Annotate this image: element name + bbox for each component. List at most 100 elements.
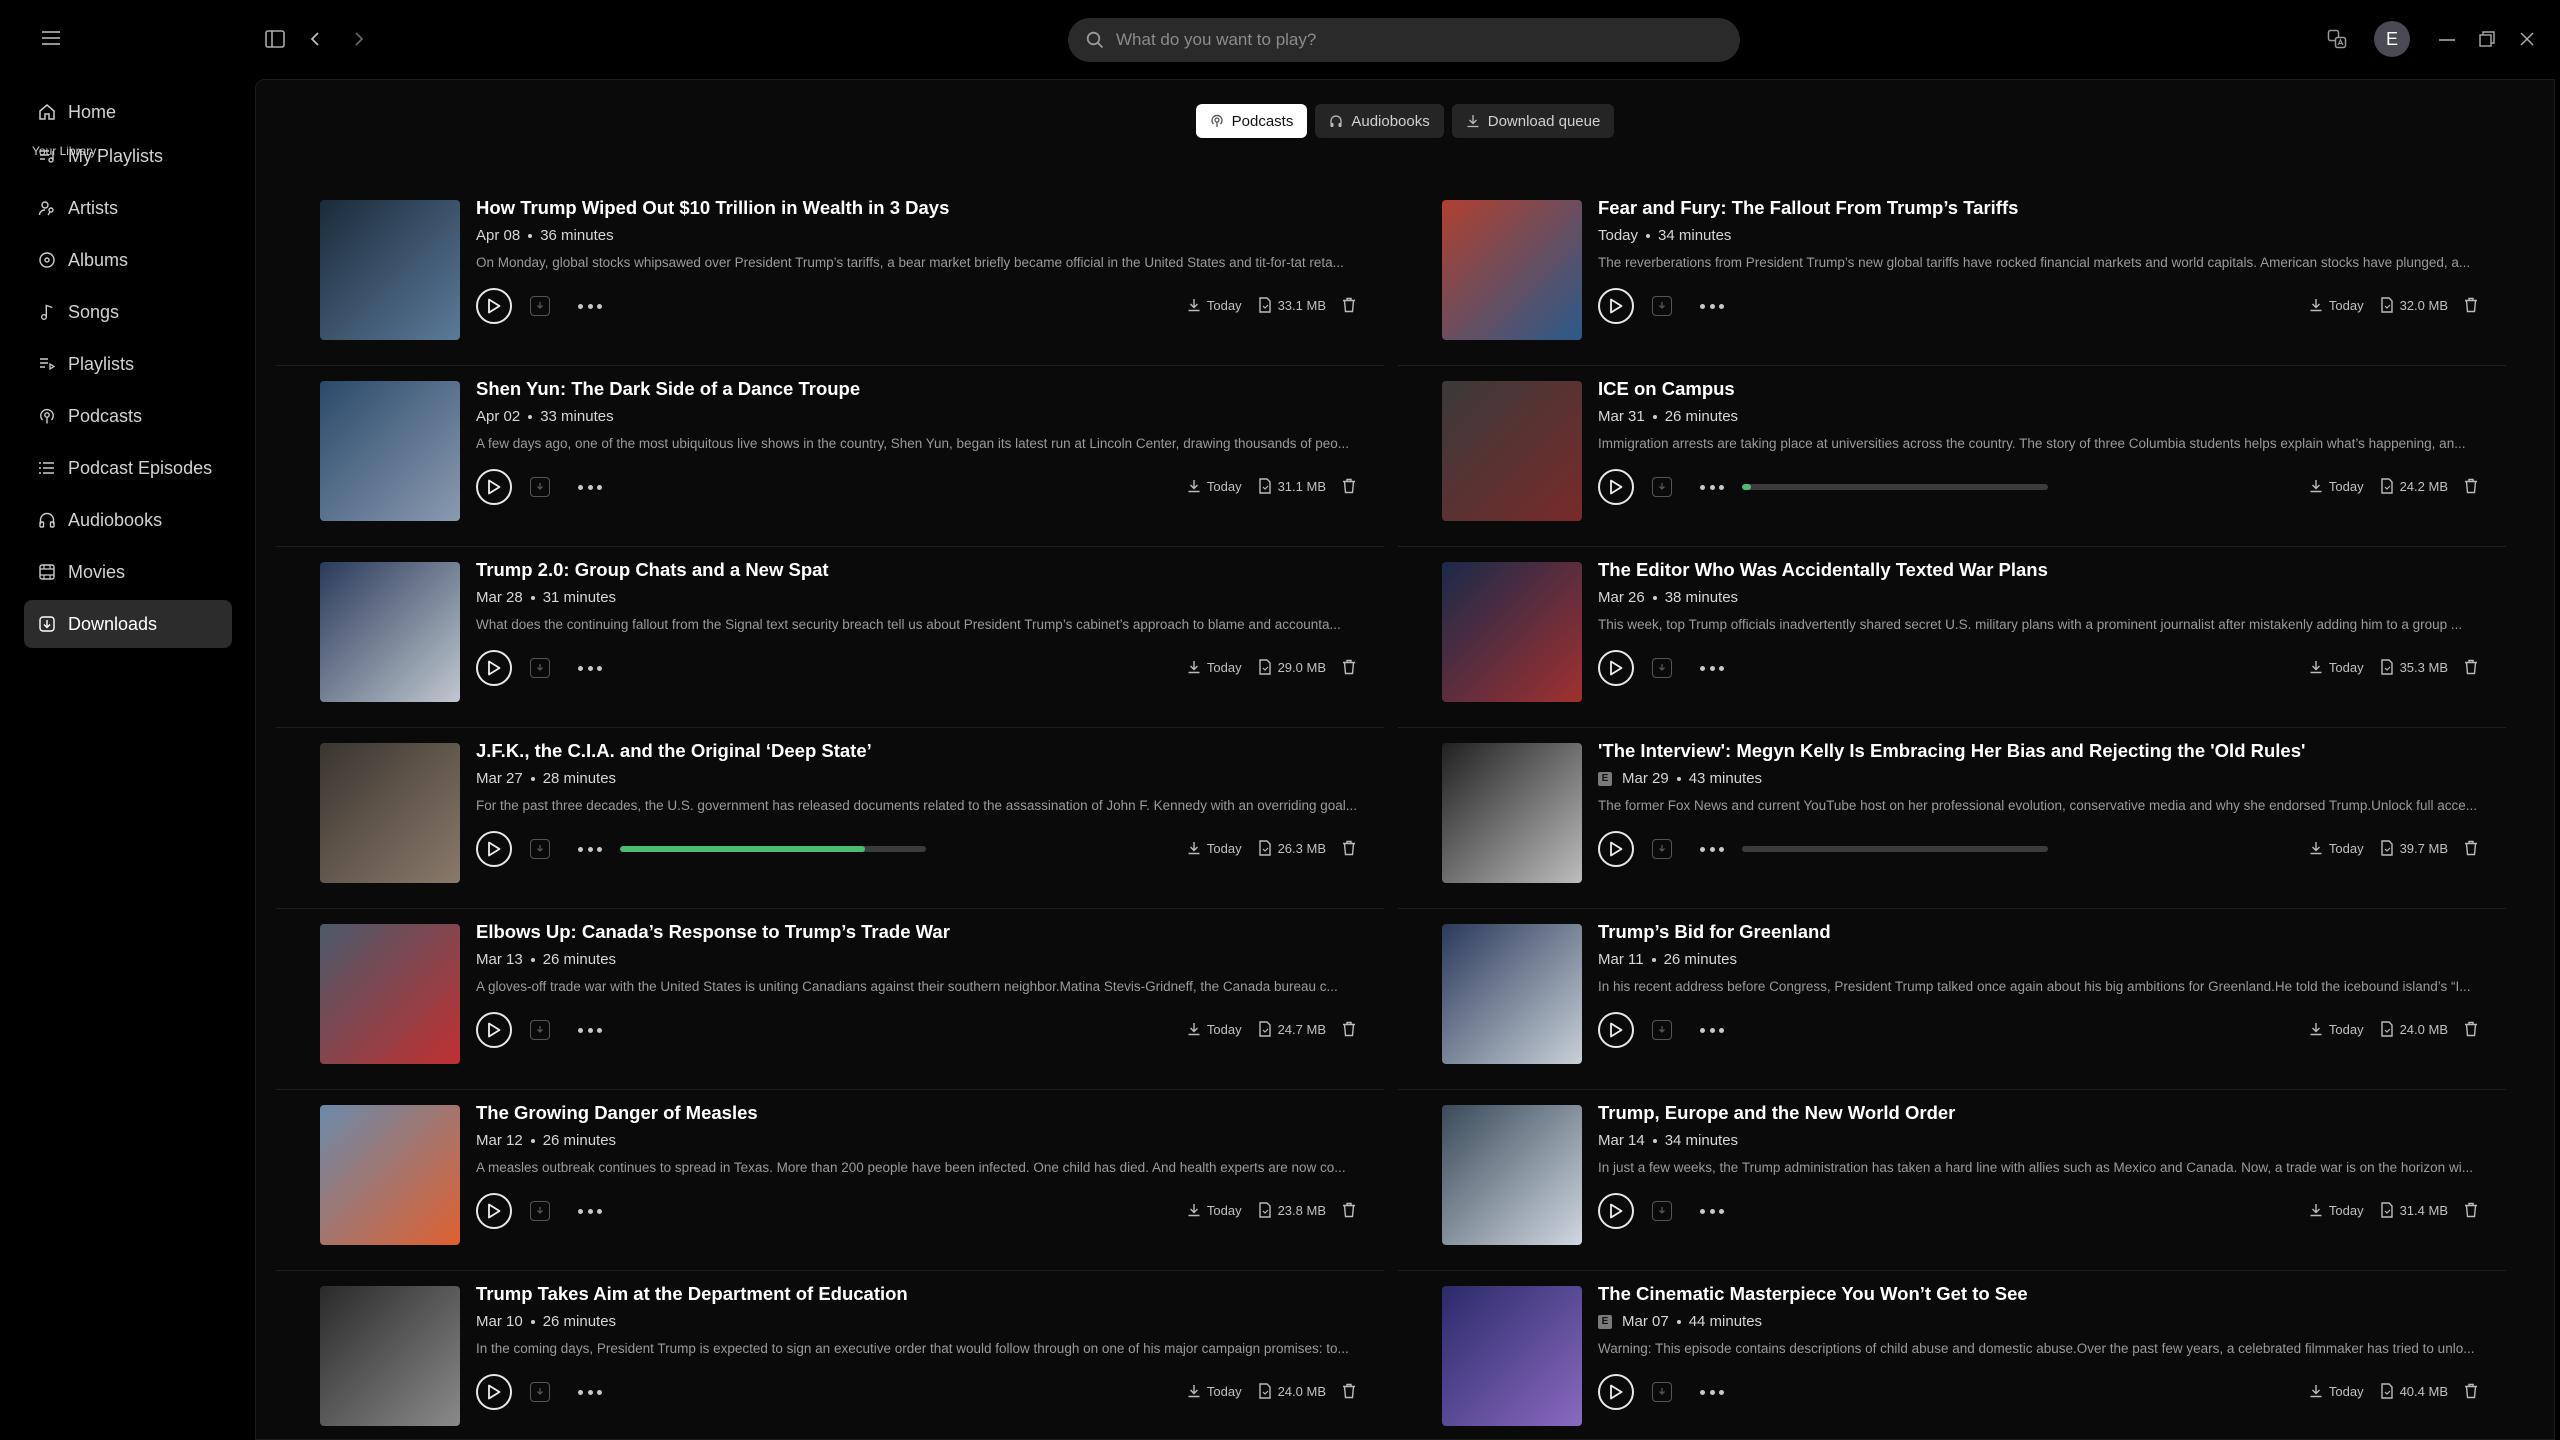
download-button[interactable] <box>1652 477 1672 497</box>
more-options-button[interactable] <box>578 840 602 858</box>
episode-title[interactable]: Elbows Up: Canada’s Response to Trump’s … <box>476 921 950 943</box>
close-icon[interactable] <box>2517 29 2537 49</box>
download-button[interactable] <box>1652 296 1672 316</box>
trash-icon[interactable] <box>2464 478 2478 494</box>
play-button[interactable] <box>476 1012 512 1048</box>
download-button[interactable] <box>530 839 550 859</box>
trash-icon[interactable] <box>1342 1202 1356 1218</box>
download-button[interactable] <box>1652 1382 1672 1402</box>
download-button[interactable] <box>1652 658 1672 678</box>
download-button[interactable] <box>530 296 550 316</box>
list-item[interactable]: Trump Takes Aim at the Department of Edu… <box>276 1271 1384 1439</box>
episode-title[interactable]: J.F.K., the C.I.A. and the Original ‘Dee… <box>476 740 872 762</box>
sidebar-item-artists[interactable]: Artists <box>24 184 232 232</box>
forward-arrow-icon[interactable] <box>350 28 368 50</box>
search-bar[interactable] <box>1068 18 1740 62</box>
episode-artwork[interactable] <box>1442 743 1582 883</box>
download-button[interactable] <box>530 658 550 678</box>
episode-title[interactable]: The Growing Danger of Measles <box>476 1102 758 1124</box>
tab-podcasts[interactable]: Podcasts <box>1195 104 1308 138</box>
episode-artwork[interactable] <box>1442 1286 1582 1426</box>
trash-icon[interactable] <box>2464 840 2478 856</box>
play-button[interactable] <box>1598 650 1634 686</box>
episode-artwork[interactable] <box>1442 381 1582 521</box>
episode-title[interactable]: Shen Yun: The Dark Side of a Dance Troup… <box>476 378 860 400</box>
episode-artwork[interactable] <box>320 743 460 883</box>
more-options-button[interactable] <box>578 1202 602 1220</box>
trash-icon[interactable] <box>2464 1383 2478 1399</box>
trash-icon[interactable] <box>1342 840 1356 856</box>
more-options-button[interactable] <box>578 1021 602 1039</box>
episode-title[interactable]: Fear and Fury: The Fallout From Trump’s … <box>1598 197 2018 219</box>
play-button[interactable] <box>476 1374 512 1410</box>
more-options-button[interactable] <box>578 659 602 677</box>
play-button[interactable] <box>1598 1374 1634 1410</box>
episode-title[interactable]: Trump Takes Aim at the Department of Edu… <box>476 1283 908 1305</box>
trash-icon[interactable] <box>1342 1383 1356 1399</box>
play-button[interactable] <box>1598 1012 1634 1048</box>
play-button[interactable] <box>476 1193 512 1229</box>
episode-artwork[interactable] <box>320 1286 460 1426</box>
episode-artwork[interactable] <box>320 1105 460 1245</box>
sidebar-item-home[interactable]: Home <box>24 88 232 136</box>
episode-title[interactable]: The Editor Who Was Accidentally Texted W… <box>1598 559 2048 581</box>
play-button[interactable] <box>1598 288 1634 324</box>
play-button[interactable] <box>476 469 512 505</box>
avatar[interactable]: E <box>2374 21 2410 57</box>
sidebar-item-movies[interactable]: Movies <box>24 548 232 596</box>
episode-title[interactable]: How Trump Wiped Out $10 Trillion in Weal… <box>476 197 949 219</box>
play-button[interactable] <box>476 650 512 686</box>
list-item[interactable]: ICE on Campus Mar 31 26 minutes Immigration… <box>1398 366 2506 547</box>
list-item[interactable]: The Growing Danger of Measles Mar 12 26 mi… <box>276 1090 1384 1271</box>
list-item[interactable]: 'The Interview': Megyn Kelly Is Embracin… <box>1398 728 2506 909</box>
download-button[interactable] <box>1652 1201 1672 1221</box>
more-options-button[interactable] <box>1700 297 1724 315</box>
trash-icon[interactable] <box>2464 297 2478 313</box>
sidebar-item-my-playlists[interactable]: My Playlists <box>24 132 232 180</box>
list-item[interactable]: How Trump Wiped Out $10 Trillion in Weal… <box>276 185 1384 366</box>
sidebar-item-audiobooks[interactable]: Audiobooks <box>24 496 232 544</box>
more-options-button[interactable] <box>1700 1021 1724 1039</box>
trash-icon[interactable] <box>1342 297 1356 313</box>
episode-title[interactable]: The Cinematic Masterpiece You Won’t Get … <box>1598 1283 2028 1305</box>
sidebar-item-songs[interactable]: Songs <box>24 288 232 336</box>
download-button[interactable] <box>530 1020 550 1040</box>
sidebar-toggle-icon[interactable] <box>264 28 286 50</box>
download-button[interactable] <box>1652 839 1672 859</box>
restore-icon[interactable] <box>2477 29 2497 49</box>
episode-title[interactable]: 'The Interview': Megyn Kelly Is Embracin… <box>1598 740 2305 762</box>
episode-title[interactable]: Trump 2.0: Group Chats and a New Spat <box>476 559 829 581</box>
play-button[interactable] <box>1598 1193 1634 1229</box>
download-button[interactable] <box>530 1382 550 1402</box>
list-item[interactable]: J.F.K., the C.I.A. and the Original ‘Dee… <box>276 728 1384 909</box>
more-options-button[interactable] <box>1700 1202 1724 1220</box>
episode-artwork[interactable] <box>1442 200 1582 340</box>
search-input[interactable] <box>1116 30 1676 50</box>
episode-title[interactable]: Trump, Europe and the New World Order <box>1598 1102 1955 1124</box>
list-item[interactable]: Trump’s Bid for Greenland Mar 11 26 minute… <box>1398 909 2506 1090</box>
sidebar-item-downloads[interactable]: Downloads <box>24 600 232 648</box>
more-options-button[interactable] <box>1700 840 1724 858</box>
trash-icon[interactable] <box>1342 478 1356 494</box>
download-button[interactable] <box>530 1201 550 1221</box>
episode-artwork[interactable] <box>1442 1105 1582 1245</box>
list-item[interactable]: The Editor Who Was Accidentally Texted W… <box>1398 547 2506 728</box>
list-item[interactable]: The Cinematic Masterpiece You Won’t Get … <box>1398 1271 2506 1439</box>
tab-audiobooks[interactable]: Audiobooks <box>1315 104 1444 138</box>
more-options-button[interactable] <box>1700 659 1724 677</box>
sidebar-item-podcast-episodes[interactable]: Podcast Episodes <box>24 444 232 492</box>
download-button[interactable] <box>530 477 550 497</box>
play-button[interactable] <box>1598 469 1634 505</box>
episode-artwork[interactable] <box>320 381 460 521</box>
episode-artwork[interactable] <box>320 562 460 702</box>
episode-artwork[interactable] <box>1442 924 1582 1064</box>
list-item[interactable]: Shen Yun: The Dark Side of a Dance Troup… <box>276 366 1384 547</box>
episode-artwork[interactable] <box>320 200 460 340</box>
trash-icon[interactable] <box>2464 659 2478 675</box>
minimize-icon[interactable] <box>2437 30 2457 50</box>
download-button[interactable] <box>1652 1020 1672 1040</box>
episode-artwork[interactable] <box>1442 562 1582 702</box>
play-button[interactable] <box>476 831 512 867</box>
more-options-button[interactable] <box>1700 1383 1724 1401</box>
episode-artwork[interactable] <box>320 924 460 1064</box>
